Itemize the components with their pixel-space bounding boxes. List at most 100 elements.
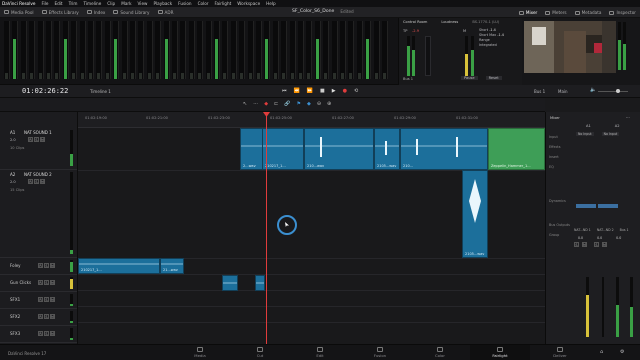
menu-item-davinci-resolve[interactable]: DaVinci Resolve bbox=[2, 1, 35, 6]
track-name[interactable]: NAT SOUND 1 bbox=[24, 130, 52, 135]
audio-clip-selected[interactable]: Zeppelin_Hammer_1... bbox=[488, 128, 545, 170]
track-name[interactable]: SFX2 bbox=[10, 314, 20, 319]
mixer-a2-solo[interactable]: S bbox=[594, 242, 599, 247]
solo-button[interactable]: S bbox=[44, 331, 49, 336]
menu-item-fusion[interactable]: Fusion bbox=[178, 1, 191, 6]
control-room-fader[interactable] bbox=[425, 36, 431, 76]
bus-output-a1[interactable] bbox=[576, 204, 596, 208]
fast-forward-icon[interactable]: ⏩ bbox=[307, 88, 313, 94]
mute-button[interactable]: M bbox=[50, 314, 55, 319]
timeline-selector[interactable]: Timeline 1 bbox=[90, 89, 111, 94]
mixer-db-value[interactable]: 0.0 bbox=[578, 236, 583, 240]
mixer-a1-solo[interactable]: S bbox=[574, 242, 579, 247]
page-tab-fairlight[interactable]: Fairlight bbox=[470, 345, 530, 360]
razor-tool-icon[interactable]: ◆ bbox=[264, 101, 268, 107]
mute-button[interactable]: M bbox=[50, 280, 55, 285]
audio-clip[interactable]: 21...wav bbox=[160, 258, 184, 274]
audio-clip[interactable]: 210217_1... bbox=[262, 128, 304, 170]
mixer-db-value[interactable]: 0.0 bbox=[616, 236, 621, 240]
zoom-in-icon[interactable]: ⊕ bbox=[327, 101, 331, 107]
solo-button[interactable]: S bbox=[34, 179, 39, 184]
menu-item-playback[interactable]: Playback bbox=[153, 1, 172, 6]
record-arm-button[interactable]: R bbox=[28, 137, 33, 142]
solo-button[interactable]: S bbox=[44, 314, 49, 319]
mixer-a2-mute[interactable]: M bbox=[602, 242, 607, 247]
audio-clip[interactable] bbox=[255, 275, 265, 291]
audio-clip[interactable]: 2105...wav bbox=[374, 128, 400, 170]
volume-icon[interactable]: 🔈 bbox=[590, 87, 596, 93]
page-tab-edit[interactable]: Edit bbox=[290, 345, 350, 360]
toolbar-sound-library-button[interactable]: Sound Library bbox=[109, 7, 153, 18]
audio-clip[interactable]: 2105...wav bbox=[462, 170, 488, 258]
menu-item-color[interactable]: Color bbox=[198, 1, 209, 6]
menu-item-edit[interactable]: Edit bbox=[54, 1, 62, 6]
track-header[interactable]: SFX2 R S M bbox=[0, 309, 77, 326]
menu-item-mark[interactable]: Mark bbox=[121, 1, 131, 6]
home-icon[interactable]: ⌂ bbox=[600, 349, 603, 355]
go-to-start-icon[interactable]: ⏮ bbox=[282, 88, 287, 94]
menu-item-workspace[interactable]: Workspace bbox=[237, 1, 260, 6]
record-icon[interactable]: ● bbox=[343, 88, 347, 94]
record-arm-button[interactable]: R bbox=[28, 179, 33, 184]
mixer-input-a1[interactable]: No Input bbox=[576, 132, 594, 136]
track-name[interactable]: Gun Clicks bbox=[10, 280, 31, 285]
marker-icon[interactable]: ◆ bbox=[307, 101, 311, 107]
track-header[interactable]: Foley R S M bbox=[0, 258, 77, 275]
toolbar-metadata-button[interactable]: Metadata bbox=[571, 7, 606, 18]
bus-output-selector[interactable]: Bus 1 bbox=[534, 89, 545, 94]
playhead[interactable] bbox=[266, 112, 267, 344]
record-arm-button[interactable]: R bbox=[38, 280, 43, 285]
toolbar-index-button[interactable]: Index bbox=[83, 7, 110, 18]
rewind-icon[interactable]: ⏪ bbox=[294, 88, 300, 94]
mixer-fader-a1[interactable] bbox=[602, 277, 604, 337]
track-header[interactable]: SFX1 R S M bbox=[0, 292, 77, 309]
toolbar-effects-library-button[interactable]: Effects Library bbox=[38, 7, 83, 18]
solo-button[interactable]: S bbox=[34, 137, 39, 142]
page-tab-media[interactable]: Media bbox=[170, 345, 230, 360]
solo-button[interactable]: S bbox=[44, 280, 49, 285]
pause-button[interactable]: Pause bbox=[461, 76, 478, 80]
mixer-input-a2[interactable]: No Input bbox=[601, 132, 620, 136]
record-arm-button[interactable]: R bbox=[38, 263, 43, 268]
flag-icon[interactable]: ⚑ bbox=[297, 101, 301, 107]
toolbar-inspector-button[interactable]: Inspector bbox=[605, 7, 640, 18]
mute-button[interactable]: M bbox=[40, 137, 45, 142]
loop-icon[interactable]: ⟲ bbox=[354, 88, 358, 94]
track-name[interactable]: SFX1 bbox=[10, 297, 20, 302]
record-arm-button[interactable]: R bbox=[38, 297, 43, 302]
bus-selector[interactable]: Bus 1 bbox=[403, 77, 413, 81]
mixer-db-value[interactable]: 0.0 bbox=[597, 236, 602, 240]
mixer-options-icon[interactable]: ··· bbox=[626, 115, 630, 120]
audio-clip[interactable]: 210...wav bbox=[304, 128, 374, 170]
mute-button[interactable]: M bbox=[40, 179, 45, 184]
track-header[interactable]: A2 NAT SOUND 2 2.0 R S M 15 Clips bbox=[0, 170, 77, 258]
track-header[interactable]: A1 NAT SOUND 1 2.0 R S M 10 Clips bbox=[0, 128, 77, 170]
record-arm-button[interactable]: R bbox=[38, 331, 43, 336]
audio-clip[interactable] bbox=[222, 275, 238, 291]
range-tool-icon[interactable]: ⋯ bbox=[253, 101, 258, 107]
pointer-tool-icon[interactable]: ↖ bbox=[243, 101, 247, 107]
menu-item-help[interactable]: Help bbox=[266, 1, 276, 6]
timecode-display[interactable]: 01:02:26:22 bbox=[22, 87, 68, 95]
mixer-a1-mute[interactable]: M bbox=[582, 242, 587, 247]
menu-item-view[interactable]: View bbox=[138, 1, 148, 6]
track-name[interactable]: Foley bbox=[10, 263, 21, 268]
toolbar-adr-button[interactable]: ADR bbox=[154, 7, 178, 18]
master-volume-slider[interactable] bbox=[598, 89, 628, 93]
snap-icon[interactable]: ⊏ bbox=[274, 101, 278, 107]
page-tab-deliver[interactable]: Deliver bbox=[530, 345, 590, 360]
zoom-out-icon[interactable]: ⊖ bbox=[317, 101, 321, 107]
settings-icon[interactable]: ⚙ bbox=[620, 349, 624, 355]
timeline-ruler[interactable]: 01:02:19:00 01:02:21:00 01:02:23:00 01:02:2… bbox=[78, 112, 545, 128]
audio-clip[interactable]: 210... bbox=[400, 128, 488, 170]
menu-item-trim[interactable]: Trim bbox=[69, 1, 78, 6]
track-name[interactable]: SFX3 bbox=[10, 331, 20, 336]
bus-output-a2[interactable] bbox=[598, 204, 618, 208]
mute-button[interactable]: M bbox=[50, 297, 55, 302]
solo-button[interactable]: S bbox=[44, 297, 49, 302]
stop-icon[interactable]: ■ bbox=[320, 88, 325, 94]
page-tab-color[interactable]: Color bbox=[410, 345, 470, 360]
reset-button[interactable]: Reset bbox=[485, 76, 502, 80]
page-tab-cut[interactable]: Cut bbox=[230, 345, 290, 360]
mute-button[interactable]: M bbox=[50, 331, 55, 336]
